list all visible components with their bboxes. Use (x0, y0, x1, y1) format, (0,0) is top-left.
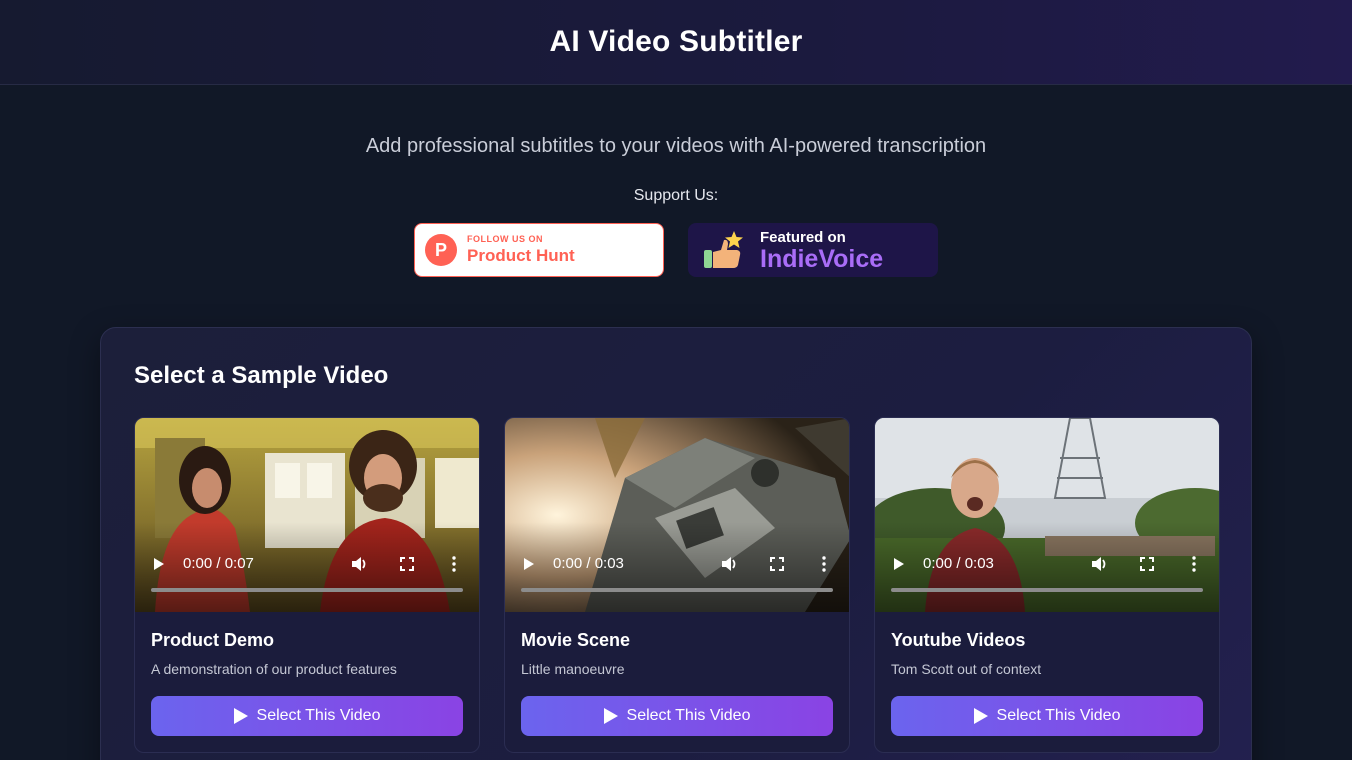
progress-bar[interactable] (151, 588, 463, 592)
video-player[interactable]: 0:00 / 0:03 (875, 418, 1219, 612)
select-video-button[interactable]: Select This Video (151, 696, 463, 736)
app-title: AI Video Subtitler (549, 25, 803, 58)
more-options-icon[interactable] (1191, 556, 1197, 572)
video-title: Youtube Videos (891, 630, 1026, 650)
video-title: Movie Scene (521, 630, 631, 650)
select-video-label: Select This Video (256, 707, 381, 724)
select-video-label: Select This Video (626, 707, 751, 724)
product-hunt-small-text: FOLLOW US ON (467, 234, 543, 244)
video-title: Product Demo (151, 630, 275, 650)
select-video-label: Select This Video (996, 707, 1121, 724)
support-badges: P FOLLOW US ON Product Hunt Featured on … (0, 223, 1352, 277)
support-label: Support Us: (633, 187, 719, 204)
indievoice-badge[interactable]: Featured on IndieVoice (688, 223, 938, 277)
progress-bar[interactable] (891, 588, 1203, 592)
video-time: 0:00 / 0:07 (183, 555, 254, 572)
indievoice-name: IndieVoice (760, 244, 884, 273)
video-player[interactable]: 0:00 / 0:03 (505, 418, 849, 612)
video-card-youtube-videos: 0:00 / 0:03 Youtube Videos Tom Scott out… (874, 417, 1220, 753)
play-icon[interactable] (894, 558, 904, 570)
video-card-product-demo: 0:00 / 0:07 Product Demo A demonstration… (134, 417, 480, 753)
video-time: 0:00 / 0:03 (923, 555, 994, 572)
video-time: 0:00 / 0:03 (553, 555, 624, 572)
product-hunt-badge[interactable]: P FOLLOW US ON Product Hunt (414, 223, 664, 277)
video-description: Little manoeuvre (521, 661, 625, 677)
product-hunt-logo-icon: P (425, 234, 457, 266)
select-video-button[interactable]: Select This Video (891, 696, 1203, 736)
thumbs-up-star-icon (702, 230, 744, 270)
sample-video-panel: Select a Sample Video 0:00 / 0:07 Produc… (100, 327, 1252, 760)
video-description: Tom Scott out of context (891, 661, 1042, 677)
play-icon (233, 708, 248, 724)
volume-icon[interactable] (1090, 555, 1108, 573)
play-icon[interactable] (524, 558, 534, 570)
panel-title: Select a Sample Video (134, 362, 389, 389)
more-options-icon[interactable] (451, 556, 457, 572)
tagline: Add professional subtitles to your video… (365, 135, 987, 157)
indievoice-small-text: Featured on (760, 228, 846, 246)
fullscreen-icon[interactable] (770, 557, 784, 571)
more-options-icon[interactable] (821, 556, 827, 572)
play-icon (973, 708, 988, 724)
product-hunt-name: Product Hunt (467, 246, 575, 265)
volume-icon[interactable] (350, 555, 368, 573)
video-player[interactable]: 0:00 / 0:07 (135, 418, 479, 612)
play-icon (603, 708, 618, 724)
volume-icon[interactable] (720, 555, 738, 573)
video-description: A demonstration of our product features (151, 661, 397, 677)
progress-bar[interactable] (521, 588, 833, 592)
fullscreen-icon[interactable] (1140, 557, 1154, 571)
app-header: AI Video Subtitler (0, 0, 1352, 85)
fullscreen-icon[interactable] (400, 557, 414, 571)
play-icon[interactable] (154, 558, 164, 570)
select-video-button[interactable]: Select This Video (521, 696, 833, 736)
video-card-movie-scene: 0:00 / 0:03 Movie Scene Little manoeuvre… (504, 417, 850, 753)
